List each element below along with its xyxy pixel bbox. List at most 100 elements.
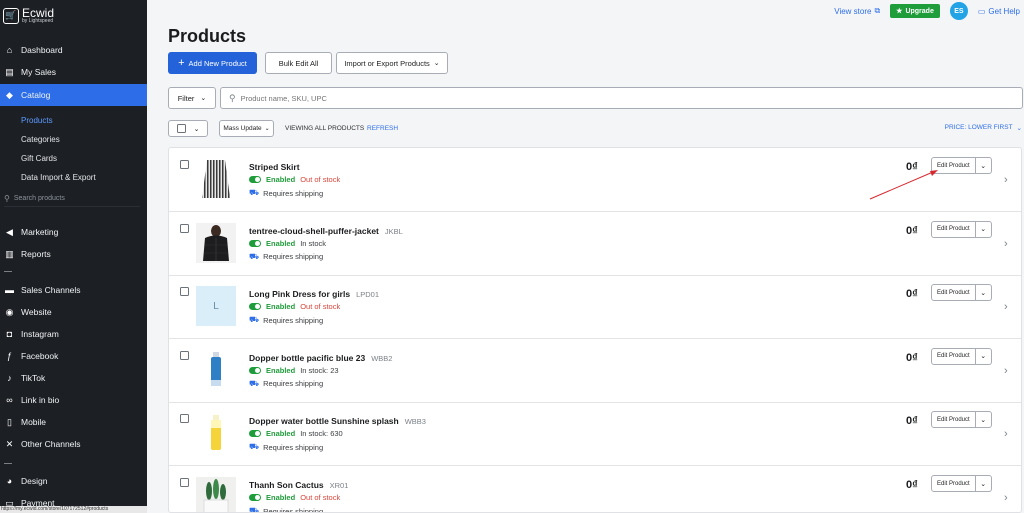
product-thumbnail[interactable]	[196, 222, 236, 263]
external-link-icon: ⧉	[874, 6, 881, 15]
chevron-down-icon: ⌄	[1016, 125, 1022, 132]
chevron-right-icon[interactable]: ›	[1004, 492, 1008, 504]
enabled-toggle[interactable]	[249, 366, 261, 374]
edit-dropdown-toggle[interactable]: ⌄	[975, 347, 992, 365]
product-row[interactable]: L Long Pink Dress for girls LPD01 Enabled Ou…	[169, 275, 1021, 340]
edit-product-group: Edit Product ⌄	[931, 411, 992, 429]
chevron-right-icon[interactable]: ›	[1004, 428, 1008, 440]
chevron-right-icon[interactable]: ›	[1004, 174, 1008, 186]
catalog-sub-data-import-export[interactable]: Data Import & Export	[21, 173, 96, 182]
product-row[interactable]: Dopper bottle pacific blue 23 WBB2 Enabled…	[169, 339, 1021, 403]
product-status: Enabled In stock: 630	[249, 429, 343, 438]
product-name[interactable]: tentree-cloud-shell-puffer-jacket JKBL	[249, 226, 403, 236]
sidebar-item-dashboard[interactable]: ⌂ Dashboard	[0, 39, 147, 61]
chevron-down-icon: ⌄	[980, 353, 987, 361]
edit-product-button[interactable]: Edit Product	[931, 220, 976, 238]
upgrade-button[interactable]: ★ Upgrade	[890, 4, 940, 18]
product-name[interactable]: Long Pink Dress for girls LPD01	[249, 289, 379, 299]
get-help-link[interactable]: ▭ Get Help	[978, 7, 1020, 16]
product-row[interactable]: tentree-cloud-shell-puffer-jacket JKBL Ena…	[169, 212, 1021, 276]
sidebar-divider	[4, 271, 12, 272]
avatar[interactable]: ES	[949, 2, 968, 20]
shipping-info: ⛟ Requires shipping	[249, 442, 323, 452]
sort-dropdown[interactable]: PRICE: LOWER FIRST ⌄	[945, 124, 1022, 132]
product-row[interactable]: Striped Skirt Enabled Out of stock ⛟ Require…	[169, 148, 1021, 212]
sidebar-item-my-sales[interactable]: ▤ My Sales	[0, 61, 147, 83]
product-checkbox[interactable]	[180, 287, 189, 297]
product-status: Enabled In stock	[249, 239, 326, 248]
catalog-sub-products[interactable]: Products	[21, 116, 53, 125]
sidebar-item-catalog[interactable]: ◆ Catalog	[0, 84, 147, 106]
product-name[interactable]: Striped Skirt	[249, 162, 306, 172]
product-thumbnail[interactable]: L	[196, 286, 236, 327]
product-search-input[interactable]	[240, 93, 941, 103]
select-all-checkbox[interactable]	[176, 124, 186, 133]
enabled-toggle[interactable]	[249, 430, 261, 438]
enabled-toggle[interactable]	[249, 303, 261, 311]
edit-dropdown-toggle[interactable]: ⌄	[975, 284, 992, 302]
product-name[interactable]: Thanh Son Cactus XR01	[249, 480, 348, 490]
sidebar-item-other-channels[interactable]: ✕ Other Channels	[0, 433, 147, 455]
import-export-button[interactable]: Import or Export Products ⌄	[336, 52, 448, 74]
catalog-sub-gift-cards[interactable]: Gift Cards	[21, 154, 57, 163]
sales-icon: ▤	[5, 66, 14, 77]
sidebar-item-label: Other Channels	[21, 439, 81, 449]
sidebar-item-tiktok[interactable]: ♪ TikTok	[0, 367, 147, 389]
view-store-link[interactable]: View store ⧉	[834, 6, 880, 16]
catalog-sub-categories[interactable]: Categories	[21, 135, 60, 144]
add-new-product-button[interactable]: + Add New Product	[168, 52, 257, 74]
chevron-right-icon[interactable]: ›	[1004, 365, 1008, 377]
product-checkbox[interactable]	[180, 414, 189, 424]
product-sku: WBB2	[371, 353, 393, 363]
product-checkbox[interactable]	[180, 350, 189, 360]
sidebar-item-marketing[interactable]: ◀ Marketing	[0, 221, 147, 243]
refresh-link[interactable]: REFRESH	[367, 125, 398, 132]
ecwid-logo[interactable]: 🛒 Ecwid by Lightspeed	[3, 7, 54, 24]
sidebar-item-design[interactable]: ◕ Design	[0, 470, 147, 492]
chevron-right-icon[interactable]: ›	[1004, 301, 1008, 313]
edit-dropdown-toggle[interactable]: ⌄	[975, 411, 992, 429]
edit-product-button[interactable]: Edit Product	[931, 284, 976, 302]
product-checkbox[interactable]	[180, 160, 189, 169]
edit-product-button[interactable]: Edit Product	[931, 347, 976, 365]
edit-product-button[interactable]: Edit Product	[931, 475, 976, 492]
chevron-down-icon: ⌄	[433, 60, 440, 67]
chevron-down-icon: ⌄	[980, 289, 987, 297]
product-thumbnail[interactable]	[196, 159, 236, 199]
edit-dropdown-toggle[interactable]: ⌄	[975, 220, 992, 238]
product-status: Enabled In stock: 23	[249, 366, 339, 375]
enabled-toggle[interactable]	[249, 494, 261, 501]
sidebar-item-mobile[interactable]: ▯ Mobile	[0, 411, 147, 433]
product-row[interactable]: Dopper water bottle Sunshine splash WBB3 E…	[169, 402, 1021, 467]
sidebar-item-website[interactable]: ◉ Website	[0, 301, 147, 323]
edit-dropdown-toggle[interactable]: ⌄	[975, 157, 992, 174]
bulk-edit-all-button[interactable]: Bulk Edit All	[265, 52, 332, 74]
enabled-toggle[interactable]	[249, 239, 261, 247]
sidebar-item-sales-channels[interactable]: ▬ Sales Channels	[0, 279, 147, 301]
select-all-dropdown[interactable]: ⌄	[168, 120, 208, 137]
product-checkbox[interactable]	[180, 478, 189, 487]
product-thumbnail[interactable]	[196, 413, 236, 453]
filter-dropdown[interactable]: Filter ⌄	[168, 87, 216, 109]
product-name[interactable]: Dopper bottle pacific blue 23 WBB2	[249, 353, 392, 363]
plus-icon: +	[178, 57, 185, 69]
sidebar-item-facebook[interactable]: ƒ Facebook	[0, 345, 147, 367]
product-checkbox[interactable]	[180, 223, 189, 233]
sidebar-item-instagram[interactable]: ◘ Instagram	[0, 323, 147, 345]
product-price: 0₫	[906, 288, 918, 301]
sidebar-item-reports[interactable]: ▥ Reports	[0, 243, 147, 265]
product-row[interactable]: Thanh Son Cactus XR01 Enabled Out of stock ⛟…	[169, 466, 1021, 512]
edit-product-button[interactable]: Edit Product	[931, 157, 976, 174]
chevron-right-icon[interactable]: ›	[1004, 238, 1008, 250]
product-thumbnail[interactable]	[196, 477, 236, 512]
product-name[interactable]: Dopper water bottle Sunshine splash WBB3	[249, 416, 426, 426]
sidebar-search[interactable]: ⚲ Search products	[4, 191, 140, 207]
sidebar-item-link-in-bio[interactable]: ∞ Link in bio	[0, 389, 147, 411]
filter-label: Filter	[177, 93, 195, 103]
product-thumbnail[interactable]	[196, 350, 236, 390]
enabled-toggle[interactable]	[249, 176, 261, 183]
mass-update-dropdown[interactable]: Mass Update ⌄	[219, 120, 274, 137]
chat-icon: ▭	[977, 6, 986, 16]
edit-product-button[interactable]: Edit Product	[931, 411, 976, 429]
edit-dropdown-toggle[interactable]: ⌄	[975, 475, 992, 492]
